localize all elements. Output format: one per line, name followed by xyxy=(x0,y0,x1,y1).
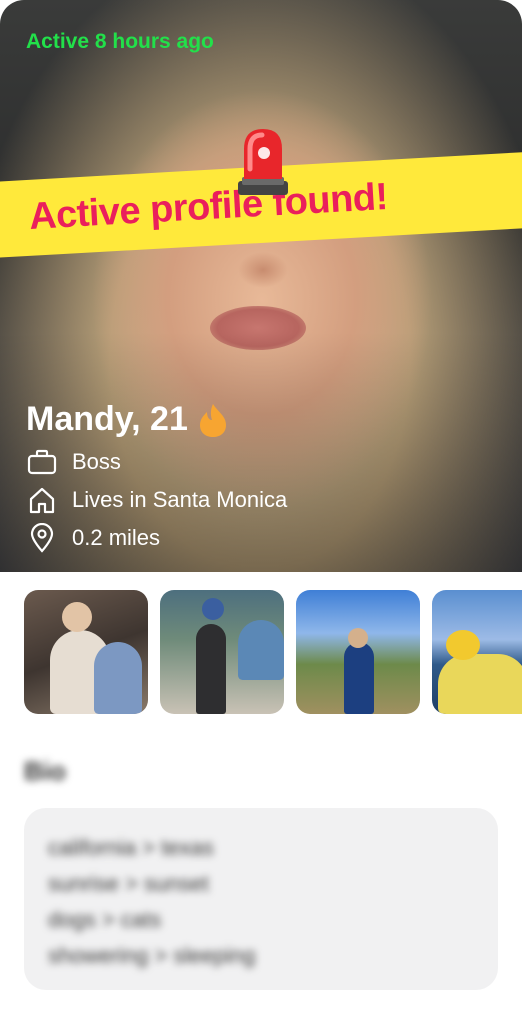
bio-card: california > texas sunrise > sunset dogs… xyxy=(24,808,498,990)
profile-name: Mandy, 21 xyxy=(26,400,188,438)
flame-icon xyxy=(199,403,226,437)
location-text: Lives in Santa Monica xyxy=(72,487,288,512)
bio-heading: Bio xyxy=(24,756,66,786)
bio-line: california > texas xyxy=(48,835,214,860)
home-icon xyxy=(26,485,58,515)
gallery-photo[interactable] xyxy=(432,590,522,714)
bio-line: showering > sleeping xyxy=(48,943,256,968)
photo-gallery xyxy=(24,590,522,714)
briefcase-icon xyxy=(26,447,58,477)
distance-text: 0.2 miles xyxy=(72,525,161,550)
location-pin-icon xyxy=(26,523,58,553)
gallery-photo[interactable] xyxy=(160,590,284,714)
police-siren-icon xyxy=(238,129,288,195)
job-title: Boss xyxy=(72,449,121,474)
active-status: Active 8 hours ago xyxy=(26,30,214,53)
bio-line: dogs > cats xyxy=(48,907,162,932)
photo-detail xyxy=(238,252,288,288)
profile-info: Mandy, 21 Boss Lives in Santa Monica 0.2… xyxy=(26,400,287,553)
bio-line: sunrise > sunset xyxy=(48,871,209,896)
gallery-photo[interactable] xyxy=(24,590,148,714)
gallery-photo[interactable] xyxy=(296,590,420,714)
